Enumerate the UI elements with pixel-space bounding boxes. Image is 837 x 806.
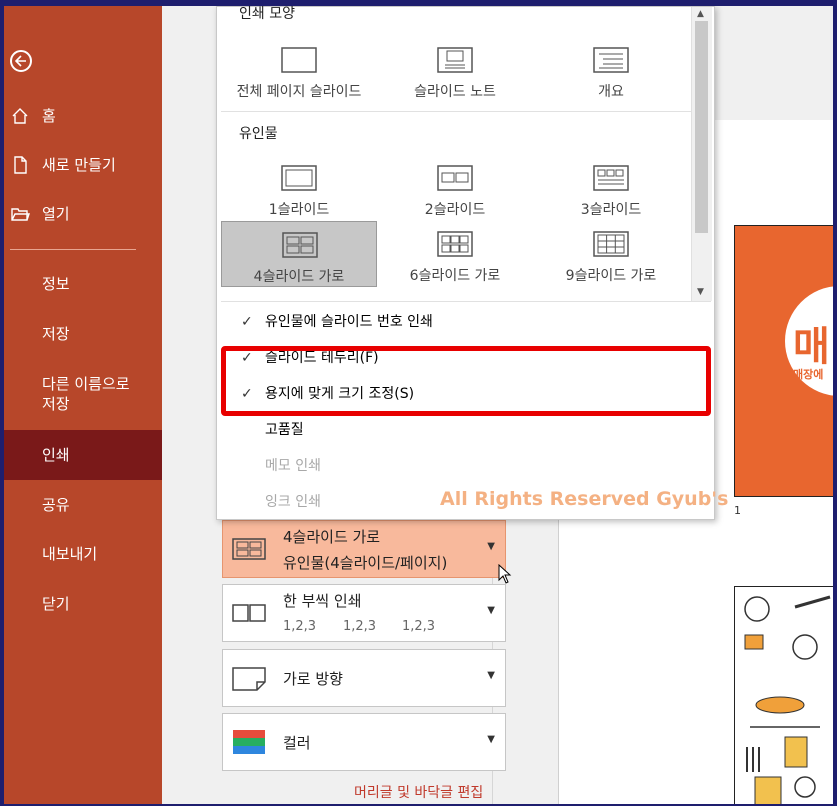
layout-setting-dropdown[interactable]: 4슬라이드 가로 유인물(4슬라이드/페이지) ▼	[222, 520, 506, 578]
nav-divider	[10, 249, 136, 250]
nav-open-label: 열기	[42, 205, 70, 223]
scroll-up-icon[interactable]: ▲	[697, 9, 704, 19]
handout-1-slide[interactable]: 1슬라이드	[221, 155, 377, 221]
chevron-down-icon: ▼	[487, 541, 495, 552]
option-print-comments-label: 메모 인쇄	[265, 458, 321, 474]
app-window: 홈 새로 만들기 열기 정보 저장 다른 이름으로 저장 인쇄 공유 내보내기 …	[4, 6, 833, 804]
back-button[interactable]	[10, 50, 32, 72]
nav-home-label: 홈	[42, 107, 56, 125]
handout-2-slides-icon	[437, 165, 473, 191]
dropdown-divider	[221, 301, 711, 302]
chevron-down-icon: ▼	[487, 605, 495, 616]
option-high-quality-label: 고품질	[265, 422, 304, 438]
nav-export[interactable]: 내보내기	[42, 544, 97, 564]
handout-4-slides-icon	[282, 232, 318, 258]
food-illustration	[744, 595, 831, 804]
backstage-sidebar: 홈 새로 만들기 열기 정보 저장 다른 이름으로 저장 인쇄 공유 내보내기 …	[4, 6, 162, 804]
handout-9-slides-icon	[593, 231, 629, 257]
slide-logo-text: 매	[793, 324, 830, 370]
preview-slide-1: 매 매장에	[734, 225, 833, 497]
nav-new-label: 새로 만들기	[42, 156, 116, 174]
layout-full-page-label: 전체 페이지 슬라이드	[236, 84, 362, 100]
preview-page-number: 1	[734, 504, 741, 517]
back-arrow-icon	[15, 55, 26, 67]
collate-setting-title: 한 부씩 인쇄	[283, 592, 362, 610]
layout-notes-label: 슬라이드 노트	[414, 84, 496, 100]
nav-save-as[interactable]: 다른 이름으로 저장	[42, 374, 130, 414]
collate-icon	[232, 604, 266, 622]
handout-4-slides-label: 4슬라이드 가로	[253, 269, 345, 285]
chevron-down-icon: ▼	[487, 670, 495, 681]
handout-3-slides[interactable]: 3슬라이드	[533, 155, 689, 221]
scrollbar-thumb[interactable]	[695, 21, 708, 233]
handout-4-slides-horizontal[interactable]: 4슬라이드 가로	[221, 221, 377, 287]
handout-4-slides-icon	[232, 538, 266, 560]
dropdown-scrollbar[interactable]: ▲ ▼	[691, 7, 712, 301]
nav-print-active-bg[interactable]	[4, 430, 162, 480]
handout-3-slides-label: 3슬라이드	[580, 202, 642, 218]
color-mode-icon	[233, 730, 265, 754]
collate-setting-dropdown[interactable]: 한 부씩 인쇄 1,2,3 1,2,3 1,2,3 ▼	[222, 584, 506, 642]
nav-save-as-line1: 다른 이름으로	[42, 375, 130, 393]
handout-2-slides[interactable]: 2슬라이드	[377, 155, 533, 221]
handout-6-slides-icon	[437, 231, 473, 257]
handout-1-slide-icon	[281, 165, 317, 191]
handout-3-slides-icon	[593, 165, 629, 191]
option-print-ink-label: 잉크 인쇄	[265, 494, 321, 510]
handout-1-slide-label: 1슬라이드	[268, 202, 330, 218]
mouse-cursor-icon	[498, 564, 512, 584]
edit-header-footer-link[interactable]: 머리글 및 바닥글 편집	[354, 782, 483, 802]
checkmark-icon: ✓	[241, 314, 253, 330]
notes-page-icon	[437, 47, 473, 73]
nav-close[interactable]: 닫기	[42, 594, 70, 614]
color-setting-dropdown[interactable]: 컬러 ▼	[222, 713, 506, 771]
layout-outline-label: 개요	[598, 84, 624, 100]
option-print-comments: 메모 인쇄	[237, 453, 697, 479]
option-slide-numbers[interactable]: ✓ 유인물에 슬라이드 번호 인쇄	[237, 309, 697, 335]
preview-slide-2	[734, 586, 833, 804]
color-setting-label: 컬러	[283, 734, 311, 752]
collate-seq-1: 1,2,3	[283, 619, 317, 634]
orientation-setting-label: 가로 방향	[283, 670, 343, 688]
layout-notes[interactable]: 슬라이드 노트	[377, 37, 533, 103]
collate-seq-3: 1,2,3	[402, 619, 436, 634]
handouts-header: 유인물	[239, 126, 278, 142]
scroll-down-icon[interactable]: ▼	[697, 287, 704, 297]
highlight-annotation-box	[221, 346, 711, 416]
orientation-setting-dropdown[interactable]: 가로 방향 ▼	[222, 649, 506, 707]
full-page-slide-icon	[281, 47, 317, 73]
landscape-orientation-icon	[232, 667, 266, 691]
option-high-quality[interactable]: 고품질	[237, 417, 697, 443]
dropdown-divider	[221, 111, 691, 112]
slide-logo-subtext: 매장에	[793, 368, 824, 381]
handout-2-slides-label: 2슬라이드	[424, 202, 486, 218]
handout-6-slides-horizontal[interactable]: 6슬라이드 가로	[377, 221, 533, 287]
handout-9-slides-horizontal[interactable]: 9슬라이드 가로	[533, 221, 689, 287]
nav-info[interactable]: 정보	[42, 274, 70, 294]
collate-seq-2: 1,2,3	[343, 619, 377, 634]
new-document-icon	[14, 156, 27, 174]
layout-outline[interactable]: 개요	[533, 37, 689, 103]
option-slide-numbers-label: 유인물에 슬라이드 번호 인쇄	[265, 314, 433, 330]
outline-icon	[593, 47, 629, 73]
nav-save-as-line2: 저장	[42, 395, 70, 413]
nav-print[interactable]: 인쇄	[42, 445, 70, 465]
watermark-text: All Rights Reserved Gyub's	[440, 488, 729, 510]
nav-save[interactable]: 저장	[42, 324, 70, 344]
folder-open-icon	[11, 208, 30, 221]
print-layout-header: 인쇄 모양	[239, 6, 295, 22]
handout-6-slides-label: 6슬라이드 가로	[409, 268, 501, 284]
layout-setting-title: 4슬라이드 가로	[283, 528, 381, 546]
layout-dropdown-menu: 인쇄 모양 전체 페이지 슬라이드 슬라이드 노트 개요 유인물 1슬라이드 2…	[216, 6, 715, 520]
home-icon	[12, 108, 28, 124]
nav-share[interactable]: 공유	[42, 495, 70, 515]
chevron-down-icon: ▼	[487, 734, 495, 745]
layout-full-page[interactable]: 전체 페이지 슬라이드	[221, 37, 377, 103]
layout-setting-subtitle: 유인물(4슬라이드/페이지)	[283, 554, 448, 572]
handout-9-slides-label: 9슬라이드 가로	[565, 268, 657, 284]
